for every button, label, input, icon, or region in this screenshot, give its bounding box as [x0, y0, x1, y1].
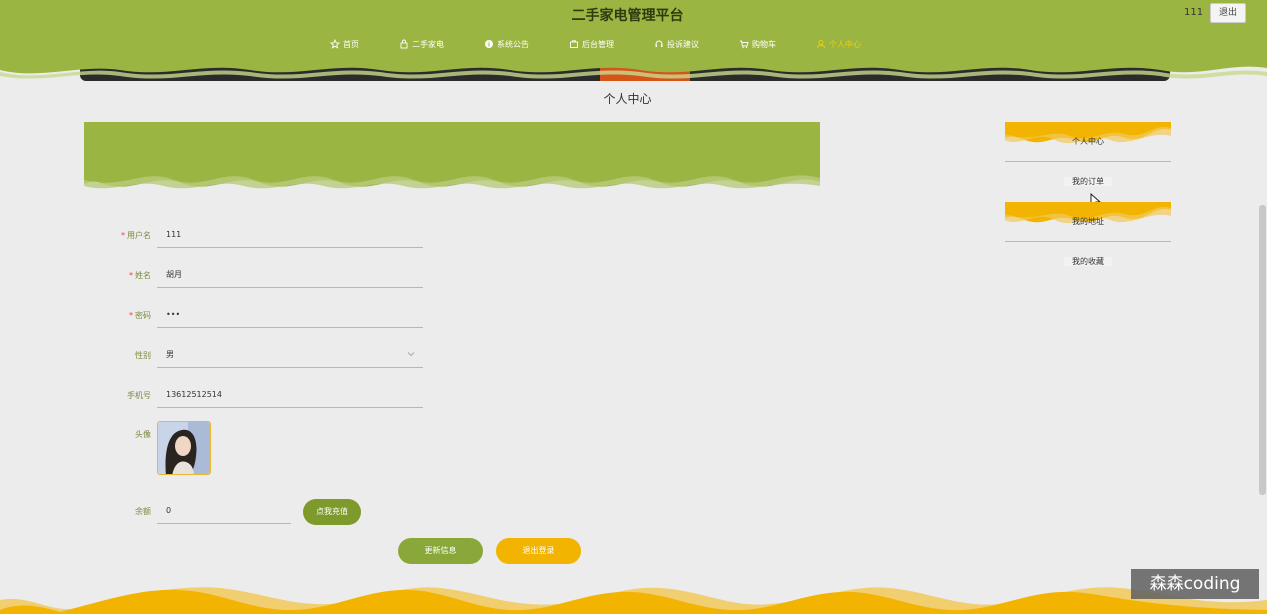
nav-item-label: 投诉建议 [667, 39, 699, 49]
username-label: * 用户名 [121, 231, 151, 240]
header-logout-button[interactable]: 退出 [1210, 3, 1246, 23]
avatar-image [158, 422, 210, 474]
side-menu-item-orders[interactable]: 我的订单 [1005, 162, 1171, 202]
nav-item-label: 后台管理 [582, 39, 614, 49]
briefcase-icon [570, 40, 578, 48]
recharge-button[interactable]: 点我充值 [303, 499, 361, 525]
avatar-upload[interactable] [157, 421, 211, 475]
cart-icon [740, 40, 749, 49]
phone-label: 手机号 [127, 391, 151, 400]
site-title: 二手家电管理平台 [571, 8, 684, 24]
chevron-down-icon [407, 352, 415, 357]
top-header: 二手家电管理平台 111 退出 首页 二手家电 系统公告 后台管理 投诉建议 购… [0, 0, 1267, 82]
side-menu-item-favorites[interactable]: 我的收藏 [1005, 242, 1171, 282]
footer-wave-decoration [0, 587, 1267, 614]
info-icon [485, 40, 493, 48]
headset-icon [655, 40, 663, 47]
avatar-label: 头像 [135, 430, 151, 439]
nav-item-label: 系统公告 [497, 39, 529, 49]
nav-item-feedback[interactable]: 投诉建议 [654, 37, 699, 51]
nav-item-cart[interactable]: 购物车 [739, 37, 776, 51]
side-menu-item-address[interactable]: 我的地址 [1005, 202, 1171, 242]
nav-item-label: 个人中心 [829, 39, 861, 49]
page-title: 个人中心 [603, 92, 652, 106]
current-user-name: 111 [1184, 7, 1204, 18]
balance-input[interactable]: 0 [157, 498, 291, 524]
nav-item-label: 首页 [343, 39, 359, 49]
nav-item-admin[interactable]: 后台管理 [569, 37, 614, 51]
nav-item-label: 购物车 [752, 39, 776, 49]
gender-select[interactable]: 男 [157, 342, 423, 368]
gender-label: 性别 [135, 351, 151, 360]
update-info-button[interactable]: 更新信息 [398, 538, 483, 564]
user-icon [817, 40, 825, 49]
video-watermark: 森森coding [1131, 569, 1259, 599]
bag-icon [400, 39, 408, 49]
username-input[interactable]: 111 [157, 222, 423, 248]
star-icon [330, 39, 340, 49]
name-label: * 姓名 [129, 271, 151, 280]
page-scrollbar[interactable] [1259, 205, 1266, 495]
logout-button[interactable]: 退出登录 [496, 538, 581, 564]
name-input[interactable]: 胡月 [157, 262, 423, 288]
nav-item-announcements[interactable]: 系统公告 [484, 37, 529, 51]
profile-banner [84, 122, 820, 189]
main-nav: 首页 二手家电 系统公告 后台管理 投诉建议 购物车 个人中心 [330, 37, 901, 51]
nav-item-home[interactable]: 首页 [330, 37, 359, 51]
nav-item-profile[interactable]: 个人中心 [816, 37, 861, 51]
nav-item-label: 二手家电 [412, 39, 444, 49]
gender-selected-value: 男 [166, 350, 174, 359]
balance-label: 余额 [135, 507, 151, 516]
nav-item-appliances[interactable]: 二手家电 [399, 37, 444, 51]
password-input[interactable]: ••• [157, 302, 423, 328]
phone-input[interactable]: 13612512514 [157, 382, 423, 408]
side-menu-item-profile[interactable]: 个人中心 [1005, 122, 1171, 162]
password-label: * 密码 [129, 311, 151, 320]
